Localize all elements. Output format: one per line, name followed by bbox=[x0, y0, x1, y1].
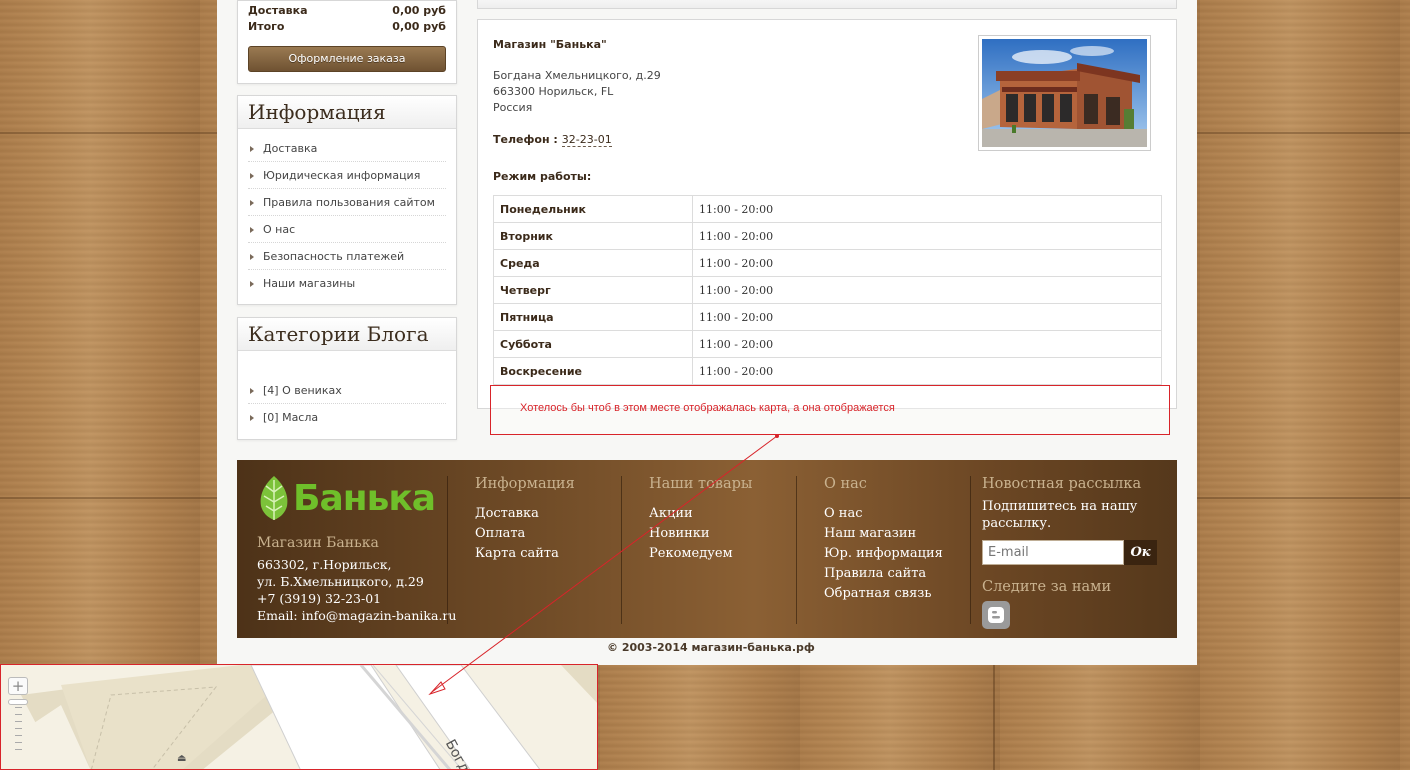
footer-link[interactable]: Оплата bbox=[475, 524, 615, 544]
info-link[interactable]: Правила пользования сайтом bbox=[248, 189, 446, 216]
cart-summary: Доставка 0,00 руб Итого 0,00 руб Оформле… bbox=[237, 0, 457, 84]
footer-col-info: Информация Доставка Оплата Карта сайта bbox=[475, 476, 615, 626]
footer-col-newsletter: Новостная рассылка Подпишитесь на нашу р… bbox=[982, 476, 1167, 629]
annotation-box: Хотелось бы чтоб в этом месте отображала… bbox=[490, 385, 1170, 435]
table-row: Суббота 11:00 - 20:00 bbox=[493, 330, 1162, 358]
blog-category-link[interactable]: [0] Масла bbox=[248, 404, 446, 431]
zoom-slider-handle[interactable] bbox=[8, 699, 28, 705]
footer-link[interactable]: Наш магазин bbox=[824, 524, 964, 544]
footer-link[interactable]: Рекомедуем bbox=[649, 544, 789, 564]
follow-us-title: Следите за нами bbox=[982, 579, 1112, 595]
newsletter-email-input[interactable] bbox=[982, 540, 1124, 565]
footer-link[interactable]: Акции bbox=[649, 504, 789, 524]
store-photo[interactable] bbox=[978, 35, 1151, 151]
map-widget[interactable]: + Богдан ⏏ bbox=[0, 664, 598, 770]
info-box-title: Информация bbox=[238, 96, 456, 129]
main-title-bar bbox=[477, 0, 1177, 9]
table-row: Воскресение 11:00 - 20:00 bbox=[493, 357, 1162, 385]
info-link[interactable]: Юридическая информация bbox=[248, 162, 446, 189]
footer-email-link[interactable]: Email: info@magazin-banika.ru bbox=[257, 607, 456, 624]
opening-hours-table: Понедельник 11:00 - 20:00 Вторник 11:00 - … bbox=[493, 195, 1162, 385]
info-link[interactable]: Доставка bbox=[248, 135, 446, 162]
blog-categories-box: Категории Блога [4] О вениках [0] Масла bbox=[237, 317, 457, 440]
map-poi-icon: ⏏ bbox=[177, 753, 187, 764]
footer-link[interactable]: Карта сайта bbox=[475, 544, 615, 564]
page-container: Доставка 0,00 руб Итого 0,00 руб Оформле… bbox=[217, 0, 1197, 665]
footer-divider bbox=[447, 476, 448, 624]
info-sidebar-box: Информация Доставка Юридическая информац… bbox=[237, 95, 457, 305]
table-row: Четверг 11:00 - 20:00 bbox=[493, 276, 1162, 304]
footer-divider bbox=[621, 476, 622, 624]
site-logo[interactable]: Банька bbox=[257, 474, 436, 522]
logo-text: Банька bbox=[293, 477, 436, 519]
footer-link[interactable]: Новинки bbox=[649, 524, 789, 544]
bullet-arrow-icon bbox=[250, 388, 254, 394]
table-row: Понедельник 11:00 - 20:00 bbox=[493, 195, 1162, 223]
footer-col-about: О нас О нас Наш магазин Юр. информация П… bbox=[824, 476, 964, 626]
newsletter-submit-button[interactable]: Ок bbox=[1124, 540, 1157, 565]
footer-contacts: 663302, г.Норильск, ул. Б.Хмельницкого, … bbox=[257, 557, 457, 624]
newsletter-form: Ок bbox=[982, 540, 1167, 565]
annotation-text: Хотелось бы чтоб в этом месте отображала… bbox=[520, 402, 895, 414]
footer-divider bbox=[970, 476, 971, 624]
info-link[interactable]: Наши магазины bbox=[248, 270, 446, 297]
store-name: Магазин "Банька" bbox=[493, 38, 607, 51]
bullet-arrow-icon bbox=[250, 173, 254, 179]
checkout-button[interactable]: Оформление заказа bbox=[248, 46, 446, 72]
store-address: Богдана Хмельницкого, д.29 663300 Нориль… bbox=[493, 69, 661, 114]
store-info-panel: Магазин "Банька" Богдана Хмельницкого, д… bbox=[477, 19, 1177, 409]
zoom-in-button[interactable]: + bbox=[8, 677, 28, 695]
table-row: Вторник 11:00 - 20:00 bbox=[493, 222, 1162, 250]
blog-category-list: [4] О вениках [0] Масла bbox=[238, 351, 456, 431]
footer-link[interactable]: Правила сайта bbox=[824, 564, 964, 584]
blog-box-title: Категории Блога bbox=[238, 318, 456, 351]
info-link[interactable]: О нас bbox=[248, 216, 446, 243]
bullet-arrow-icon bbox=[250, 227, 254, 233]
copyright: © 2003-2014 магазин-банька.рф bbox=[607, 641, 815, 654]
cart-row-delivery: Доставка 0,00 руб bbox=[248, 4, 446, 17]
bullet-arrow-icon bbox=[250, 146, 254, 152]
footer-link[interactable]: Доставка bbox=[475, 504, 615, 524]
blogger-icon[interactable] bbox=[982, 601, 1010, 629]
hours-label: Режим работы: bbox=[493, 170, 592, 183]
store-phone: Телефон :32-23-01 bbox=[493, 133, 612, 147]
table-row: Пятница 11:00 - 20:00 bbox=[493, 303, 1162, 331]
footer-col-products: Наши товары Акции Новинки Рекомедуем bbox=[649, 476, 789, 626]
leaf-logo-icon bbox=[260, 476, 288, 520]
info-link[interactable]: Безопасность платежей bbox=[248, 243, 446, 270]
map-zoom-control: + bbox=[8, 677, 30, 756]
store-building-image bbox=[982, 39, 1147, 147]
wood-seam bbox=[993, 665, 995, 770]
map-tiles bbox=[1, 665, 597, 769]
bullet-arrow-icon bbox=[250, 254, 254, 260]
bullet-arrow-icon bbox=[250, 200, 254, 206]
newsletter-title: Новостная рассылка bbox=[982, 476, 1142, 492]
footer-shop-title: Магазин Банька bbox=[257, 535, 379, 551]
info-link-list: Доставка Юридическая информация Правила … bbox=[238, 129, 456, 297]
footer-link[interactable]: О нас bbox=[824, 504, 964, 524]
phone-link[interactable]: 32-23-01 bbox=[561, 133, 612, 147]
footer-divider bbox=[796, 476, 797, 624]
blog-category-link[interactable]: [4] О вениках bbox=[248, 377, 446, 404]
table-row: Среда 11:00 - 20:00 bbox=[493, 249, 1162, 277]
bullet-arrow-icon bbox=[250, 415, 254, 421]
site-footer: Банька Магазин Банька 663302, г.Норильск… bbox=[237, 460, 1177, 638]
cart-row-total: Итого 0,00 руб bbox=[248, 20, 446, 33]
footer-link[interactable]: Юр. информация bbox=[824, 544, 964, 564]
newsletter-subtitle: Подпишитесь на нашу рассылку. bbox=[982, 499, 1138, 531]
zoom-slider-track[interactable] bbox=[15, 707, 30, 750]
bullet-arrow-icon bbox=[250, 281, 254, 287]
footer-link[interactable]: Обратная связь bbox=[824, 584, 964, 604]
